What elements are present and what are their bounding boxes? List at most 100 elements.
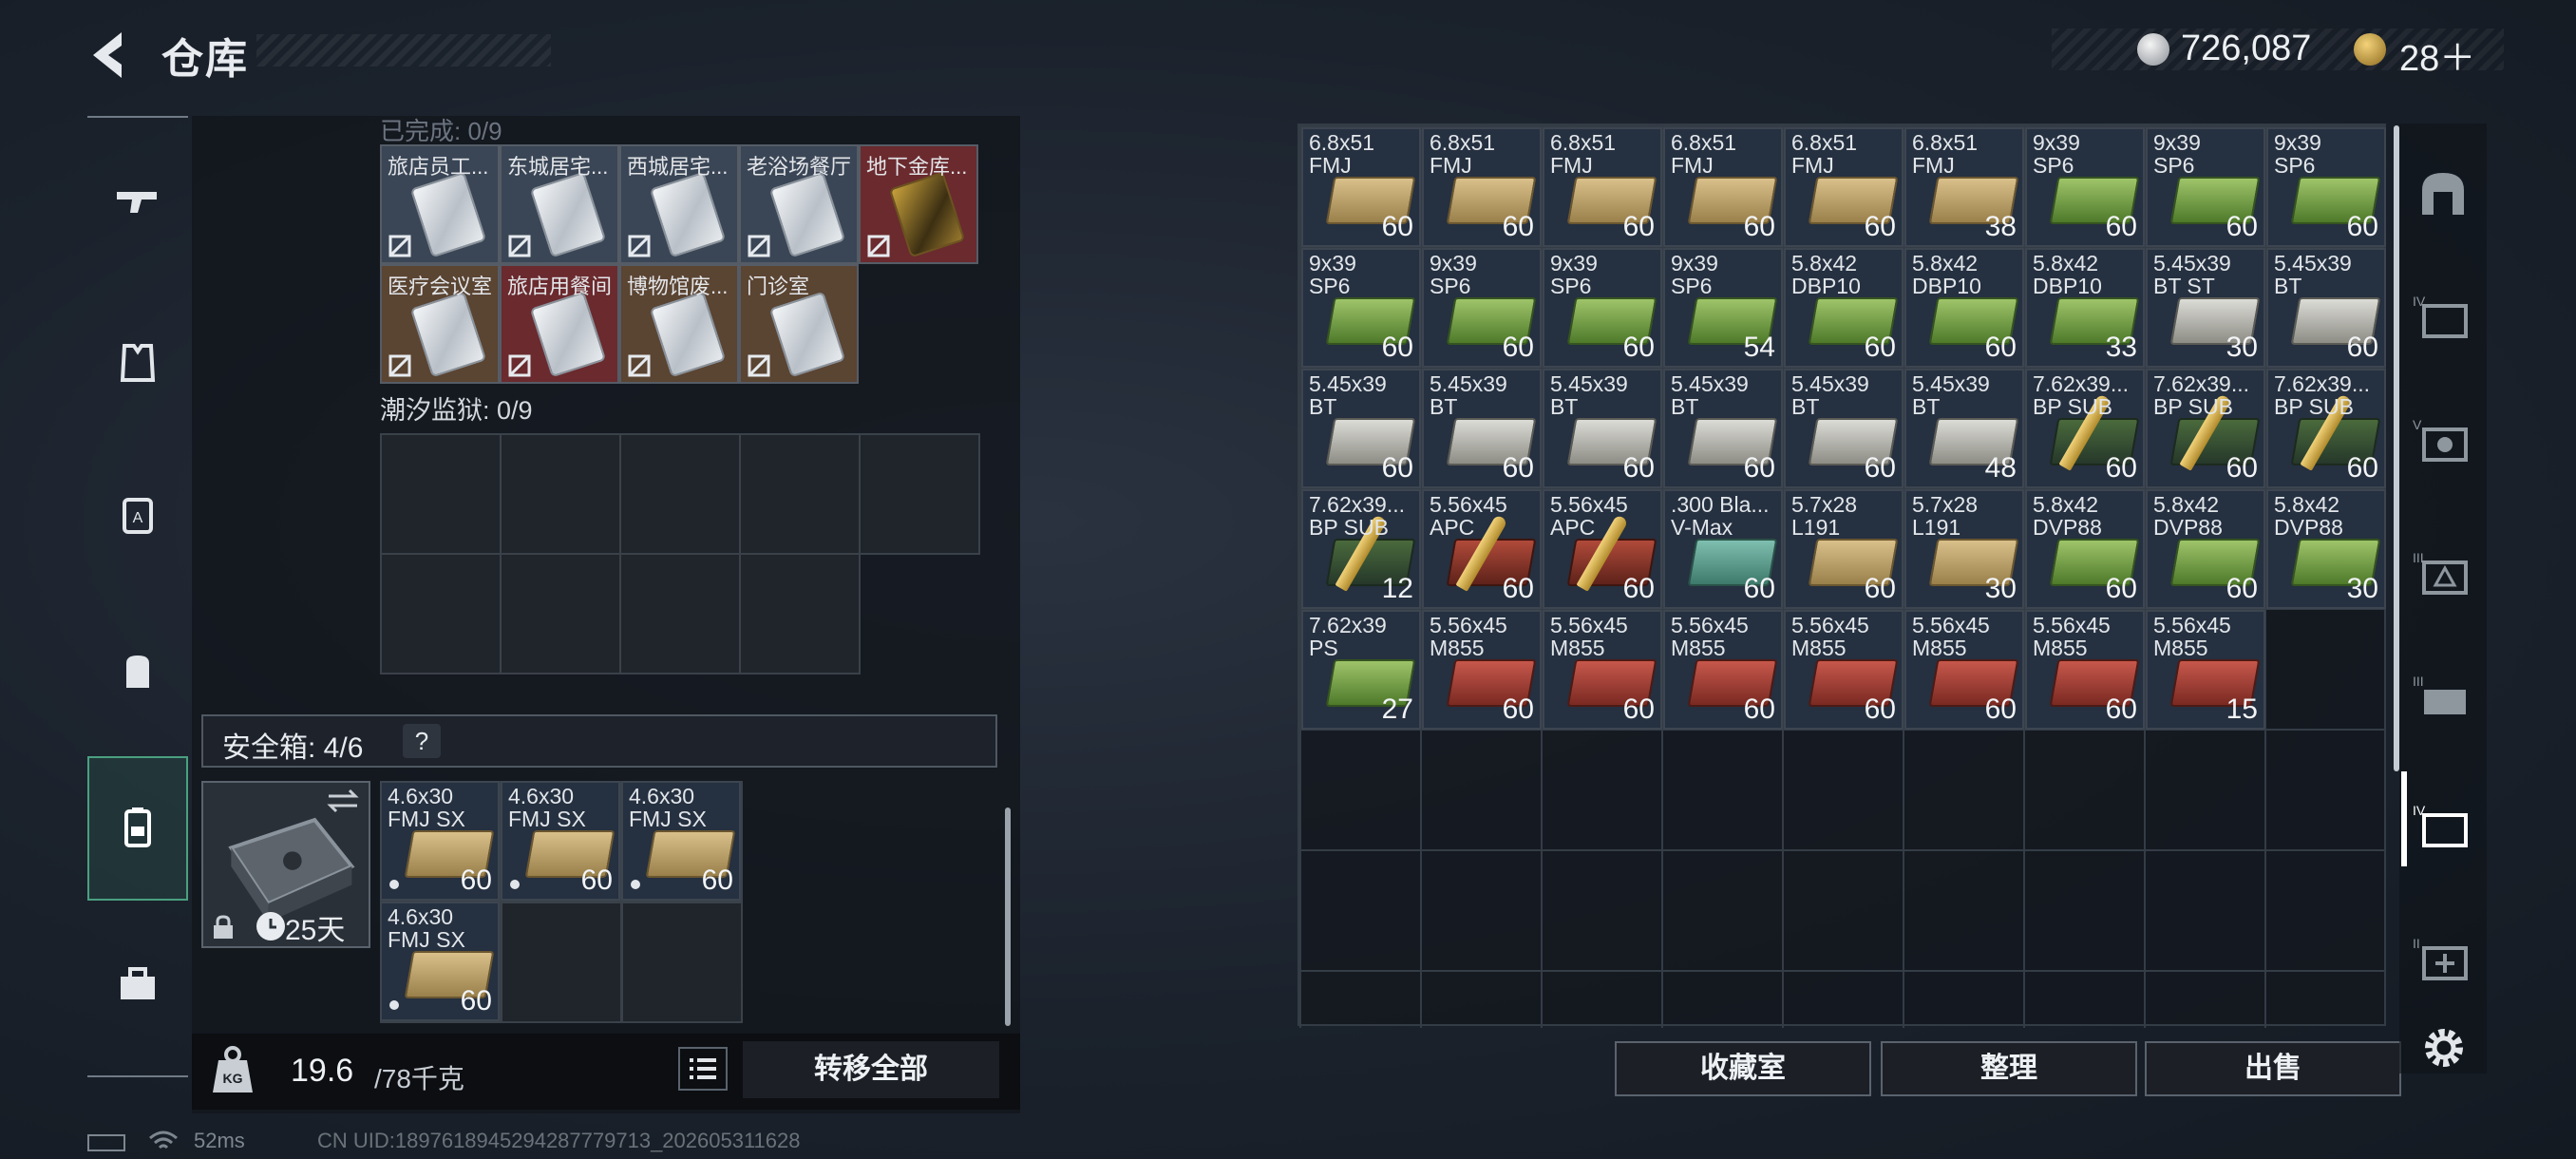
ammo-item[interactable]: 9x39 SP6 60 xyxy=(1543,248,1662,368)
ammo-item[interactable]: 5.56x45 M855 60 xyxy=(1422,610,1542,730)
folder-3b-icon: III xyxy=(2413,674,2466,714)
ammo-item[interactable]: 5.45x39 BT 60 xyxy=(1663,369,1783,488)
key-card[interactable]: 博物馆废... xyxy=(619,264,739,384)
safebox-slot[interactable] xyxy=(501,902,622,1023)
key-card-name: 医疗会议室 xyxy=(388,275,493,298)
ammo-item[interactable]: 5.8x42 DVP88 60 xyxy=(2146,489,2265,609)
ammo-item[interactable]: 5.7x28 L191 30 xyxy=(1904,489,2024,609)
tab-stash-5[interactable]: V xyxy=(2411,408,2475,473)
ammo-item[interactable]: 5.8x42 DVP88 30 xyxy=(2266,489,2386,609)
empty-slot[interactable] xyxy=(739,553,861,674)
tab-stash-3[interactable]: III xyxy=(2411,542,2475,606)
ammo-item[interactable]: 4.6x30 FMJ SX 60 xyxy=(621,781,741,901)
transfer-all-button[interactable]: 转移全部 xyxy=(743,1041,999,1098)
nav-armor[interactable]: A xyxy=(87,448,188,581)
empty-slot[interactable] xyxy=(739,433,861,555)
ammo-item[interactable]: 6.8x51 FMJ 60 xyxy=(1543,127,1662,247)
ammo-item[interactable]: 6.8x51 FMJ 60 xyxy=(1301,127,1421,247)
back-button[interactable] xyxy=(84,27,141,84)
ammo-item[interactable]: 5.56x45 M855 15 xyxy=(2146,610,2265,730)
nav-toolbox[interactable] xyxy=(87,918,188,1051)
ammo-item[interactable]: 5.45x39 BT 60 xyxy=(1784,369,1904,488)
key-card[interactable]: 旅店用餐间 xyxy=(500,264,619,384)
ammo-item[interactable]: 4.6x30 FMJ SX 60 xyxy=(380,781,500,901)
ammo-item[interactable]: 9x39 SP6 60 xyxy=(1422,248,1542,368)
ammo-item[interactable]: 6.8x51 FMJ 60 xyxy=(1663,127,1783,247)
ammo-item[interactable]: 9x39 SP6 60 xyxy=(1301,248,1421,368)
ammo-item[interactable]: 5.45x39 BT 60 xyxy=(1301,369,1421,488)
ammo-item[interactable]: 9x39 SP6 54 xyxy=(1663,248,1783,368)
key-card[interactable]: 旅店员工... xyxy=(380,144,500,264)
nav-backpack[interactable] xyxy=(87,604,188,737)
nav-vest[interactable] xyxy=(87,296,188,429)
empty-slot[interactable] xyxy=(380,553,502,674)
tab-stash-4-selected[interactable]: IV xyxy=(2411,794,2475,859)
ammo-item[interactable]: 5.8x42 DVP88 60 xyxy=(2025,489,2145,609)
nav-safe-container[interactable] xyxy=(87,756,188,901)
key-card[interactable]: 医疗会议室 xyxy=(380,264,500,384)
ammo-item[interactable]: 5.45x39 BT 60 xyxy=(1543,369,1662,488)
ammo-item[interactable]: 9x39 SP6 60 xyxy=(2146,127,2265,247)
ammo-count: 60 xyxy=(1502,694,1534,725)
empty-slot[interactable] xyxy=(500,433,621,555)
ammo-item[interactable]: 5.45x39 BT 60 xyxy=(2266,248,2386,368)
key-card[interactable]: 老浴场餐厅 xyxy=(739,144,859,264)
ammo-item[interactable]: 5.45x39 BT 60 xyxy=(1422,369,1542,488)
key-card[interactable]: 门诊室 xyxy=(739,264,859,384)
ammo-item[interactable]: 5.45x39 BT 48 xyxy=(1904,369,2024,488)
tab-stash-3b[interactable]: III xyxy=(2411,665,2475,730)
tab-stash-2[interactable]: II xyxy=(2411,927,2475,992)
collection-button[interactable]: 收藏室 xyxy=(1615,1041,1871,1096)
ammo-item[interactable]: 9x39 SP6 60 xyxy=(2025,127,2145,247)
ammo-item[interactable]: 7.62x39... BP SUB 60 xyxy=(2266,369,2386,488)
ammo-item[interactable]: 5.56x45 APC 60 xyxy=(1422,489,1542,609)
safebox-slot[interactable] xyxy=(621,902,743,1023)
nav-weapons[interactable] xyxy=(87,135,188,268)
ammo-item[interactable]: 5.8x42 DBP10 60 xyxy=(1904,248,2024,368)
ammo-item[interactable]: 5.56x45 M855 60 xyxy=(1543,610,1662,730)
sell-button[interactable]: 出售 xyxy=(2145,1041,2401,1096)
gold-balance[interactable]: 28＋ xyxy=(2399,28,2475,81)
folder-active-icon: IV xyxy=(2413,803,2468,847)
empty-slot[interactable] xyxy=(619,433,741,555)
ammo-item[interactable]: 5.56x45 M855 60 xyxy=(1904,610,2024,730)
ammo-item[interactable]: 5.56x45 M855 60 xyxy=(2025,610,2145,730)
ammo-item[interactable]: 7.62x39 PS 27 xyxy=(1301,610,1421,730)
ammo-item[interactable]: 5.56x45 M855 60 xyxy=(1663,610,1783,730)
help-button[interactable]: ? xyxy=(403,724,441,758)
left-scrollbar[interactable] xyxy=(1005,808,1011,1026)
ammo-item[interactable]: 6.8x51 FMJ 60 xyxy=(1784,127,1904,247)
ammo-count: 60 xyxy=(2105,211,2137,242)
ammo-item[interactable]: 4.6x30 FMJ SX 60 xyxy=(380,902,500,1021)
ammo-item[interactable]: .300 Bla... V-Max 60 xyxy=(1663,489,1783,609)
tab-stash-4[interactable]: IV xyxy=(2411,285,2475,350)
ammo-name: .300 Bla... V-Max xyxy=(1671,492,1770,540)
list-view-button[interactable] xyxy=(678,1047,728,1091)
empty-slot[interactable] xyxy=(380,433,502,555)
empty-slot[interactable] xyxy=(619,553,741,674)
key-card[interactable]: 东城居宅... xyxy=(500,144,619,264)
ammo-item[interactable]: 7.62x39... BP SUB 60 xyxy=(2025,369,2145,488)
swap-icon[interactable] xyxy=(325,787,361,815)
empty-slot[interactable] xyxy=(859,433,980,555)
ammo-item[interactable]: 9x39 SP6 60 xyxy=(2266,127,2386,247)
ammo-item[interactable]: 5.56x45 APC 60 xyxy=(1543,489,1662,609)
key-card[interactable]: 地下金库... xyxy=(859,144,978,264)
empty-slot[interactable] xyxy=(500,553,621,674)
tab-home[interactable] xyxy=(2411,162,2475,226)
ammo-item[interactable]: 5.8x42 DBP10 60 xyxy=(1784,248,1904,368)
settings-button[interactable] xyxy=(2420,1024,2468,1072)
ammo-item[interactable]: 6.8x51 FMJ 60 xyxy=(1422,127,1542,247)
ammo-item[interactable]: 5.8x42 DBP10 33 xyxy=(2025,248,2145,368)
ammo-item[interactable]: 5.7x28 L191 60 xyxy=(1784,489,1904,609)
ammo-item[interactable]: 6.8x51 FMJ 38 xyxy=(1904,127,2024,247)
ammo-name: 5.56x45 M855 xyxy=(1912,613,1990,660)
key-card[interactable]: 西城居宅... xyxy=(619,144,739,264)
sort-button[interactable]: 整理 xyxy=(1881,1041,2137,1096)
ammo-item[interactable]: 4.6x30 FMJ SX 60 xyxy=(501,781,620,901)
ammo-item[interactable]: 5.45x39 BT ST 30 xyxy=(2146,248,2265,368)
ammo-item[interactable]: 7.62x39... BP SUB 60 xyxy=(2146,369,2265,488)
ammo-item[interactable]: 7.62x39... BP SUB 12 xyxy=(1301,489,1421,609)
ammo-count: 33 xyxy=(2105,332,2137,363)
ammo-item[interactable]: 5.56x45 M855 60 xyxy=(1784,610,1904,730)
